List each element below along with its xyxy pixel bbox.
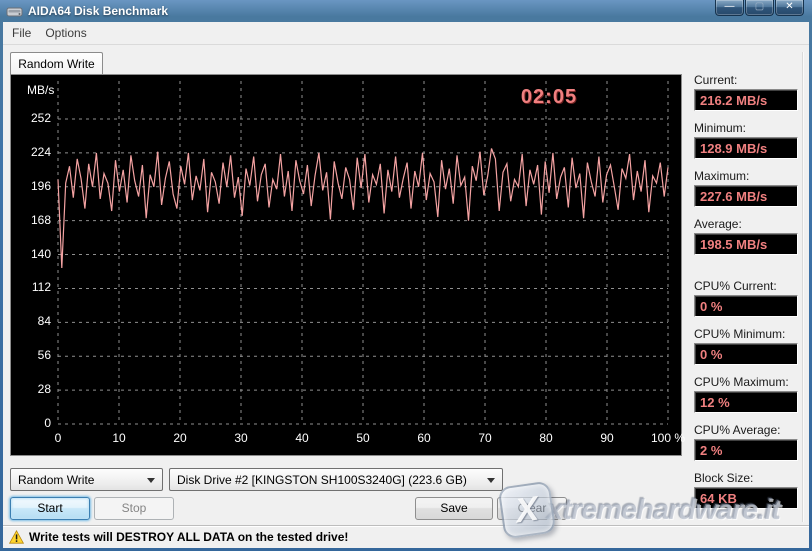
y-axis-tick-label: 0 (44, 416, 51, 430)
y-axis-tick-label: 196 (30, 178, 51, 193)
clear-button[interactable]: Clear (497, 497, 567, 520)
x-axis-tick-label: 50 (356, 431, 370, 445)
elapsed-time: 02:05 (520, 86, 578, 108)
drive-select-value: Disk Drive #2 [KINGSTON SH100S3240G] (22… (177, 472, 467, 487)
drive-select[interactable]: Disk Drive #2 [KINGSTON SH100S3240G] (22… (169, 468, 503, 491)
x-axis-tick-label: 90 (600, 431, 614, 445)
stat-group: CPU% Minimum: 0 % (694, 327, 798, 365)
y-axis-tick-label: 140 (30, 246, 51, 261)
stat-value: 64 KB (700, 490, 737, 506)
y-axis-tick-label: 56 (37, 348, 51, 363)
y-axis-tick-label: 252 (30, 111, 51, 125)
chart-plot (57, 81, 669, 425)
stat-value: 0 % (700, 346, 723, 362)
stat-label: Block Size: (694, 471, 754, 485)
benchmark-chart: MB/s 02:05 252 224 196 168 140 112 84 56 28 0 0 10 2… (10, 74, 685, 456)
stat-group: CPU% Average: 2 % (694, 423, 798, 461)
test-type-value: Random Write (18, 472, 95, 487)
stat-value-box: 64 KB (694, 487, 798, 509)
stat-label: CPU% Current: (694, 279, 777, 293)
warning-message: Write tests will DESTROY ALL DATA on the… (29, 530, 349, 544)
stat-group: Block Size: 64 KB (694, 471, 798, 509)
stat-value-box: 227.6 MB/s (694, 185, 798, 207)
save-button[interactable]: Save (415, 497, 493, 520)
stat-value: 2 % (700, 442, 723, 458)
y-axis-tick-label: 168 (30, 212, 51, 227)
status-bar: Write tests will DESTROY ALL DATA on the… (3, 525, 809, 548)
stat-group: Minimum: 128.9 MB/s (694, 121, 798, 159)
stat-group: CPU% Maximum: 12 % (694, 375, 798, 413)
stat-value: 227.6 MB/s (700, 188, 768, 204)
chevron-down-icon (487, 478, 495, 483)
app-window: AIDA64 Disk Benchmark — ▢ ✕ File Options… (0, 0, 812, 551)
x-axis-tick-label: 10 (112, 431, 126, 445)
stat-value: 0 % (700, 298, 723, 314)
disk-drive-icon (6, 7, 23, 16)
y-axis-tick-label: 84 (37, 314, 51, 329)
stat-value: 128.9 MB/s (700, 140, 768, 156)
stat-group: Current: 216.2 MB/s (694, 73, 798, 111)
stat-value: 216.2 MB/s (700, 92, 768, 108)
maximize-button[interactable]: ▢ (745, 0, 774, 16)
stop-button[interactable]: Stop (94, 497, 174, 520)
stat-value-box: 216.2 MB/s (694, 89, 798, 111)
minimize-button[interactable]: — (715, 0, 744, 16)
stat-value-box: 128.9 MB/s (694, 137, 798, 159)
stat-group: Maximum: 227.6 MB/s (694, 169, 798, 207)
window-title: AIDA64 Disk Benchmark (28, 4, 169, 18)
stat-value-box: 12 % (694, 391, 798, 413)
x-axis-tick-label: 100 % (650, 431, 686, 445)
stat-group: CPU% Current: 0 % (694, 279, 798, 317)
stat-value: 198.5 MB/s (700, 236, 768, 252)
stat-label: CPU% Average: (694, 423, 781, 437)
warning-icon (9, 530, 24, 544)
test-type-select[interactable]: Random Write (10, 468, 163, 491)
stat-value-box: 2 % (694, 439, 798, 461)
x-axis-tick-label: 60 (417, 431, 431, 445)
x-axis-tick-label: 70 (478, 431, 492, 445)
x-axis-tick-label: 20 (173, 431, 187, 445)
stat-label: Current: (694, 73, 738, 87)
close-button[interactable]: ✕ (775, 0, 804, 16)
stat-label: CPU% Maximum: (694, 375, 789, 389)
y-axis-tick-label: 224 (30, 144, 51, 159)
menu-bar: File Options (3, 22, 809, 45)
y-axis-tick-label: 28 (37, 382, 51, 397)
stat-label: CPU% Minimum: (694, 327, 786, 341)
stat-label: Minimum: (694, 121, 747, 135)
stat-value-box: 198.5 MB/s (694, 233, 798, 255)
title-bar[interactable]: AIDA64 Disk Benchmark — ▢ ✕ (0, 0, 812, 22)
stat-group: Average: 198.5 MB/s (694, 217, 798, 255)
stat-label: Average: (694, 217, 742, 231)
window-body: File Options Random Write MB/s 02:05 252… (3, 22, 809, 548)
stat-label: Maximum: (694, 169, 750, 183)
menu-options[interactable]: Options (38, 22, 93, 44)
start-button[interactable]: Start (10, 497, 90, 520)
stat-value: 12 % (700, 394, 730, 410)
x-axis-tick-label: 0 (54, 431, 62, 445)
tab-random-write[interactable]: Random Write (10, 52, 103, 74)
x-axis-tick-label: 80 (539, 431, 553, 445)
y-axis-tick-label: 112 (31, 280, 51, 295)
y-axis-unit-label: MB/s (27, 83, 55, 97)
stat-value-box: 0 % (694, 295, 798, 317)
x-axis-tick-label: 40 (295, 431, 309, 445)
chevron-down-icon (147, 478, 155, 483)
stat-value-box: 0 % (694, 343, 798, 365)
x-axis-tick-label: 30 (234, 431, 248, 445)
sidebar-divider (802, 52, 803, 522)
menu-file[interactable]: File (5, 22, 38, 44)
